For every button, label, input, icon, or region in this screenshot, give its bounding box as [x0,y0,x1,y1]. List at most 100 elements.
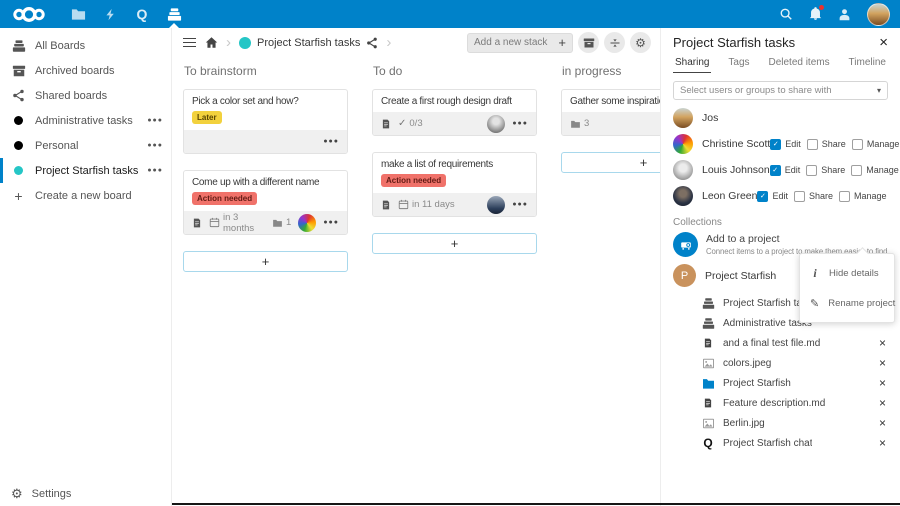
tab-timeline[interactable]: Timeline [847,57,888,73]
notifications-button[interactable] [809,7,822,21]
nextcloud-logo[interactable] [12,6,46,23]
resource-name: Project Starfish chat [723,438,812,449]
manage-checkbox[interactable] [839,191,850,202]
board-settings-button[interactable]: ⚙ [630,32,651,53]
stack-title: To do [373,64,537,78]
sharee-list: Jos Christine Scott ✓ Edit Share Manage [673,105,888,209]
share-icon[interactable] [366,37,378,49]
settings-button[interactable]: ⚙ Settings [0,487,82,500]
rename-project-menu-item[interactable]: ✎ Rename project [800,289,894,318]
add-to-project-title: Add to a project [706,233,888,245]
card[interactable]: Pick a color set and how? Later ●●● [183,89,348,154]
resource-row[interactable]: Feature description.md × [673,393,888,413]
board-header: › Project Starfish tasks › Add a new sta… [172,28,660,57]
checklist-check-icon: ✓ [398,118,406,129]
remove-resource-icon[interactable]: × [879,337,886,349]
remove-resource-icon[interactable]: × [879,397,886,409]
board-color-dot [239,37,251,49]
card[interactable]: Gather some inspirational m 3 [561,89,660,136]
sidebar-item-all-boards[interactable]: All Boards [0,33,171,58]
remove-resource-icon[interactable]: × [879,377,886,389]
files-app-button[interactable] [62,0,94,28]
talk-app-button[interactable]: Q [126,0,158,28]
add-stack-submit-button[interactable]: + [558,35,566,50]
sidebar-item-personal[interactable]: Personal ●●● [0,133,171,158]
manage-checkbox[interactable] [852,139,863,150]
card[interactable]: Come up with a different name Action nee… [183,170,348,235]
tab-sharing[interactable]: Sharing [673,57,711,73]
add-card-button[interactable]: + [183,251,348,272]
sharee-name: Jos [702,112,718,124]
edit-checkbox[interactable]: ✓ [770,165,781,176]
user-avatar[interactable] [867,3,890,26]
resource-row[interactable]: Berlin.jpg × [673,413,888,433]
card-label-action-needed: Action needed [381,174,446,187]
deck-app-button[interactable] [158,0,190,28]
card-menu-button[interactable]: ●●● [323,138,339,145]
resource-name: and a final test file.md [723,338,820,349]
board-actions-menu[interactable]: ●●● [147,167,163,174]
sidebar-item-shared-boards[interactable]: Shared boards [0,83,171,108]
search-button[interactable] [779,7,793,21]
remove-resource-icon[interactable]: × [879,357,886,369]
info-icon: i [810,266,820,281]
edit-checkbox[interactable]: ✓ [770,139,781,150]
tab-deleted-items[interactable]: Deleted items [766,57,831,73]
deck-icon [167,7,182,22]
image-icon [701,358,715,369]
activity-app-button[interactable] [94,0,126,28]
archive-icon [583,37,595,49]
resource-row[interactable]: Project Starfish × [673,373,888,393]
home-icon[interactable] [205,36,218,49]
card-title: Come up with a different name [192,177,339,188]
remove-resource-icon[interactable]: × [879,417,886,429]
share-checkbox[interactable] [794,191,805,202]
sidebar-item-archived-boards[interactable]: Archived boards [0,58,171,83]
deck-board-icon [701,317,715,330]
sidebar-item-label: Project Starfish tasks [35,165,138,177]
card[interactable]: make a list of requirements Action neede… [372,152,537,217]
sidebar-item-create-new-board[interactable]: + Create a new board [0,183,171,208]
share-select-input[interactable]: Select users or groups to share with ▾ [673,81,888,100]
sidebar-item-administrative-tasks[interactable]: Administrative tasks ●●● [0,108,171,133]
breadcrumb-board[interactable]: Project Starfish tasks [239,37,378,49]
resource-row[interactable]: and a final test file.md × [673,333,888,353]
card-menu-button[interactable]: ●●● [512,201,528,208]
compact-mode-button[interactable] [604,32,625,53]
contacts-button[interactable] [838,8,851,21]
gear-icon: ⚙ [635,37,646,49]
window-bottom-edge [172,503,900,505]
share-label: Share [809,191,833,201]
archived-cards-button[interactable] [578,32,599,53]
stack-to-do: To do Create a first rough design draft … [372,57,537,272]
talk-icon: Q [701,437,715,449]
manage-checkbox[interactable] [851,165,862,176]
resource-name: colors.jpeg [723,358,771,369]
chevron-right-icon: › [386,35,391,50]
menu-toggle-icon[interactable] [181,36,198,50]
add-card-button[interactable]: + [561,152,660,173]
share-checkbox[interactable] [807,139,818,150]
board-actions-menu[interactable]: ●●● [147,142,163,149]
tab-tags[interactable]: Tags [726,57,751,73]
close-icon[interactable]: × [879,35,888,50]
description-icon [381,199,391,211]
remove-resource-icon[interactable]: × [879,437,886,449]
hide-details-menu-item[interactable]: i Hide details [800,258,894,289]
collapse-vertical-icon [609,37,621,49]
projects-icon [673,232,698,257]
card-menu-button[interactable]: ●●● [512,120,528,127]
resource-row[interactable]: colors.jpeg × [673,353,888,373]
card-menu-button[interactable]: ●●● [323,219,339,226]
share-checkbox[interactable] [806,165,817,176]
edit-label: Edit [785,139,801,149]
board-actions-menu[interactable]: ●●● [147,117,163,124]
add-stack-input[interactable]: Add a new stack + [467,33,573,53]
card[interactable]: Create a first rough design draft ✓ 0/3 … [372,89,537,136]
resource-row[interactable]: Q Project Starfish chat × [673,433,888,453]
sidebar-item-project-starfish-tasks[interactable]: Project Starfish tasks ●●● [0,158,171,183]
add-card-button[interactable]: + [372,233,537,254]
edit-checkbox[interactable]: ✓ [757,191,768,202]
activity-icon [104,7,117,22]
deck-icon [11,39,26,53]
